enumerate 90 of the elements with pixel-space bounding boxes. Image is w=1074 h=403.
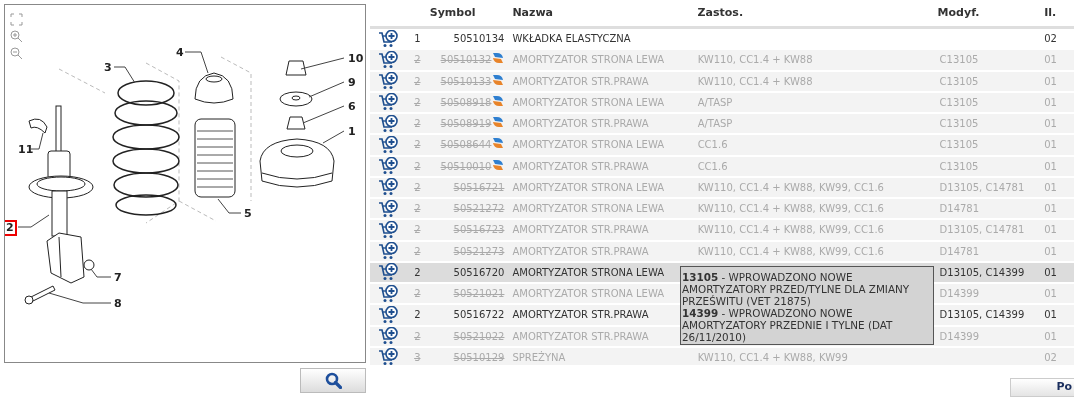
quantity-number: 2 — [414, 139, 421, 151]
part-number: 50516722 — [453, 308, 505, 323]
application-text: KW110, CC1.4 + KW88, KW99, CC1.6 — [697, 203, 884, 215]
quantity-text: 01 — [1044, 245, 1057, 257]
part-name: AMORTYZATOR STR.PRAWA — [512, 118, 649, 130]
part-number: 50521272 — [453, 202, 505, 217]
quantity-number: 2 — [414, 309, 421, 321]
part-number: 50521273 — [453, 244, 505, 259]
modification-code: C13105 — [939, 54, 979, 66]
quantity-text: 01 — [1044, 139, 1057, 151]
modification-code: C13105 — [939, 139, 979, 151]
quantity-number: 2 — [414, 181, 421, 193]
modification-code: C13105 — [939, 118, 979, 130]
part-name: AMORTYZATOR STRONA LEWA — [512, 266, 665, 278]
part-name: AMORTYZATOR STRONA LEWA — [512, 288, 665, 300]
application-text: KW110, CC1.4 + KW88, KW99, CC1.6 — [697, 181, 884, 193]
part-number: 50508644 — [440, 138, 492, 153]
application-text: KW110, CC1.4 + KW88, KW99 — [697, 351, 848, 363]
part-name: AMORTYZATOR STR.PRAWA — [512, 160, 649, 172]
part-name: SPREŻYNA — [512, 351, 566, 363]
part-number: 50516723 — [453, 223, 505, 238]
quantity-text: 01 — [1044, 288, 1057, 300]
part-name: AMORTYZATOR STRONA LEWA — [512, 54, 665, 66]
quantity-number: 2 — [414, 75, 421, 87]
part-number: 50521021 — [453, 287, 505, 302]
part-number: 50510133 — [440, 74, 492, 89]
part-number: 50508918 — [440, 95, 492, 110]
part-number: 50510129 — [453, 350, 505, 365]
quantity-text: 01 — [1044, 309, 1057, 321]
modification-code: D14781 — [939, 203, 980, 215]
quantity-number: 2 — [414, 266, 421, 278]
application-text: CC1.6 — [697, 160, 728, 172]
modification-code: D14399 — [939, 288, 980, 300]
modification-code: D13105, C14399 — [939, 266, 1025, 278]
quantity-text: 01 — [1044, 75, 1057, 87]
modification-code: D13105, C14781 — [939, 224, 1025, 236]
quantity-number: 2 — [414, 288, 421, 300]
quantity-text: 01 — [1044, 224, 1057, 236]
tooltip-text: 13105 - WPROWADZONO NOWE AMORTYZATORY PRZED/TYLNE DLA ZMIANY PRZEŚWITU (VET 21875) — [682, 271, 911, 307]
modification-code: D14781 — [939, 245, 980, 257]
part-name: AMORTYZATOR STR.PRAWA — [512, 224, 649, 236]
quantity-text: 01 — [1044, 330, 1057, 342]
modification-code: D13105, C14399 — [939, 309, 1025, 321]
quantity-text: 02 — [1044, 33, 1057, 45]
quantity-number: 1 — [414, 33, 421, 45]
modification-code: D13105, C14781 — [939, 181, 1025, 193]
quantity-text: 01 — [1044, 96, 1057, 108]
quantity-number: 2 — [414, 245, 421, 257]
part-number: 50510134 — [453, 32, 505, 47]
application-text: A/TASP — [697, 118, 733, 130]
part-name: WKŁADKA ELASTYCZNA — [512, 33, 631, 45]
application-text: KW110, CC1.4 + KW88, KW99, CC1.6 — [697, 245, 884, 257]
quantity-number: 2 — [414, 96, 421, 108]
part-number: 50508919 — [440, 117, 492, 132]
part-name: AMORTYZATOR STRONA LEWA — [512, 203, 665, 215]
quantity-text: 01 — [1044, 118, 1057, 130]
application-text: A/TASP — [697, 96, 733, 108]
quantity-text: 01 — [1044, 160, 1057, 172]
quantity-number: 3 — [414, 351, 421, 363]
modification-code: D14399 — [939, 330, 980, 342]
quantity-number: 2 — [414, 330, 421, 342]
part-number: 50510010 — [440, 159, 492, 174]
part-number: 50521022 — [453, 329, 505, 344]
quantity-text: 01 — [1044, 203, 1057, 215]
application-text: KW110, CC1.4 + KW88 — [697, 54, 813, 66]
modification-code: C13105 — [939, 75, 979, 87]
part-number: 50516721 — [453, 180, 505, 195]
part-name: AMORTYZATOR STRONA LEWA — [512, 139, 665, 151]
modification-code: C13105 — [939, 160, 979, 172]
quantity-text: 02 — [1044, 351, 1057, 363]
application-text: KW110, CC1.4 + KW88 — [697, 75, 813, 87]
part-name: AMORTYZATOR STRONA LEWA — [512, 96, 665, 108]
part-name: AMORTYZATOR STRONA LEWA — [512, 181, 665, 193]
quantity-number: 2 — [414, 54, 421, 66]
quantity-number: 2 — [414, 203, 421, 215]
application-text: KW110, CC1.4 + KW88, KW99, CC1.6 — [697, 224, 884, 236]
modification-code: C13105 — [939, 96, 979, 108]
part-name: AMORTYZATOR STR.PRAWA — [512, 245, 649, 257]
part-number: 50516720 — [453, 265, 505, 280]
part-name: AMORTYZATOR STR.PRAWA — [512, 309, 649, 321]
application-text: CC1.6 — [697, 139, 728, 151]
quantity-text: 01 — [1044, 266, 1057, 278]
part-number: 50510132 — [440, 53, 492, 68]
quantity-number: 2 — [414, 224, 421, 236]
quantity-text: 01 — [1044, 54, 1057, 66]
quantity-text: 01 — [1044, 181, 1057, 193]
part-name: AMORTYZATOR STR.PRAWA — [512, 75, 649, 87]
quantity-number: 2 — [414, 160, 421, 172]
part-name: AMORTYZATOR STR.PRAWA — [512, 330, 649, 342]
quantity-number: 2 — [414, 118, 421, 130]
